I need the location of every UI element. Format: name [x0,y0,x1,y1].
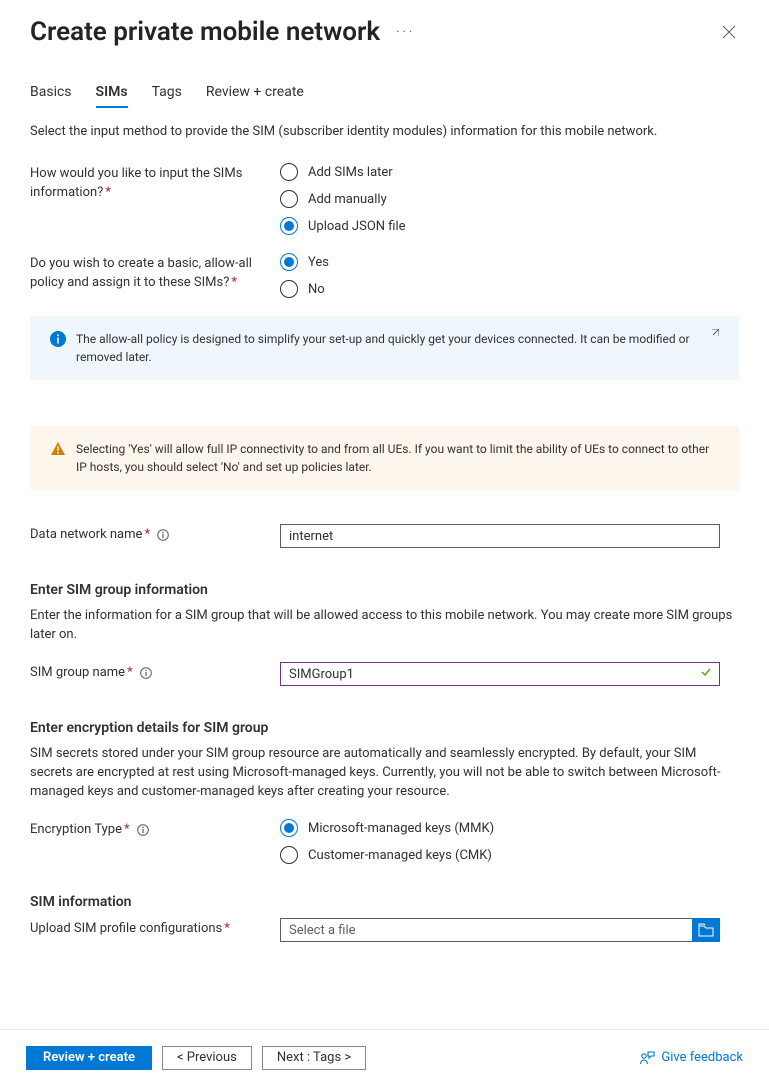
radio-add-sims-later[interactable]: Add SIMs later [280,163,739,181]
tab-review-create[interactable]: Review + create [206,80,304,108]
previous-button[interactable]: < Previous [162,1046,252,1070]
data-network-label: Data network name* [30,524,280,544]
tab-sims[interactable]: SIMs [96,80,128,108]
page-title: Create private mobile network [30,17,380,47]
warning-callout: Selecting 'Yes' will allow full IP conne… [30,426,739,490]
encryption-type-label: Encryption Type* [30,819,280,839]
next-button[interactable]: Next : Tags > [262,1046,366,1070]
sim-input-radio-group: Add SIMs later Add manually Upload JSON … [280,163,739,235]
give-feedback-link[interactable]: Give feedback [639,1050,743,1066]
review-create-button[interactable]: Review + create [26,1046,152,1070]
sim-input-label: How would you like to input the SIMs inf… [30,163,280,202]
sim-group-heading: Enter SIM group information [30,582,739,598]
data-network-input[interactable] [280,524,720,548]
info-icon[interactable] [140,667,152,679]
sim-group-desc: Enter the information for a SIM group th… [30,606,739,644]
allow-all-radio-group: Yes No [280,253,739,298]
allow-all-label: Do you wish to create a basic, allow-all… [30,253,280,292]
info-icon[interactable] [137,824,149,836]
warning-icon [50,441,66,457]
browse-file-button[interactable] [692,918,720,942]
info-icon [50,331,66,347]
radio-allow-all-yes[interactable]: Yes [280,253,739,271]
info-callout: The allow-all policy is designed to simp… [30,316,739,380]
info-icon[interactable] [157,529,169,541]
radio-mmk[interactable]: Microsoft-managed keys (MMK) [280,819,739,837]
tab-tags[interactable]: Tags [152,80,182,108]
close-icon [722,25,736,39]
encryption-heading: Enter encryption details for SIM group [30,720,739,736]
radio-allow-all-no[interactable]: No [280,280,739,298]
tab-basics[interactable]: Basics [30,80,72,108]
folder-icon [698,923,714,937]
checkmark-icon [700,666,712,682]
radio-upload-json[interactable]: Upload JSON file [280,217,739,235]
file-select-input[interactable]: Select a file [280,918,693,942]
more-icon[interactable]: ··· [396,25,415,40]
sim-info-heading: SIM information [30,894,739,910]
footer: Review + create < Previous Next : Tags >… [0,1029,769,1085]
close-button[interactable] [713,16,745,48]
external-link-icon[interactable] [709,326,719,344]
upload-sim-label: Upload SIM profile configurations* [30,918,280,938]
sim-group-name-input[interactable] [280,662,720,686]
intro-text: Select the input method to provide the S… [30,124,739,139]
radio-add-manually[interactable]: Add manually [280,190,739,208]
person-feedback-icon [639,1050,655,1066]
encryption-radio-group: Microsoft-managed keys (MMK) Customer-ma… [280,819,739,864]
tab-bar: Basics SIMs Tags Review + create [30,80,739,108]
encryption-desc: SIM secrets stored under your SIM group … [30,744,739,801]
radio-cmk[interactable]: Customer-managed keys (CMK) [280,846,739,864]
sim-group-name-label: SIM group name* [30,662,280,682]
